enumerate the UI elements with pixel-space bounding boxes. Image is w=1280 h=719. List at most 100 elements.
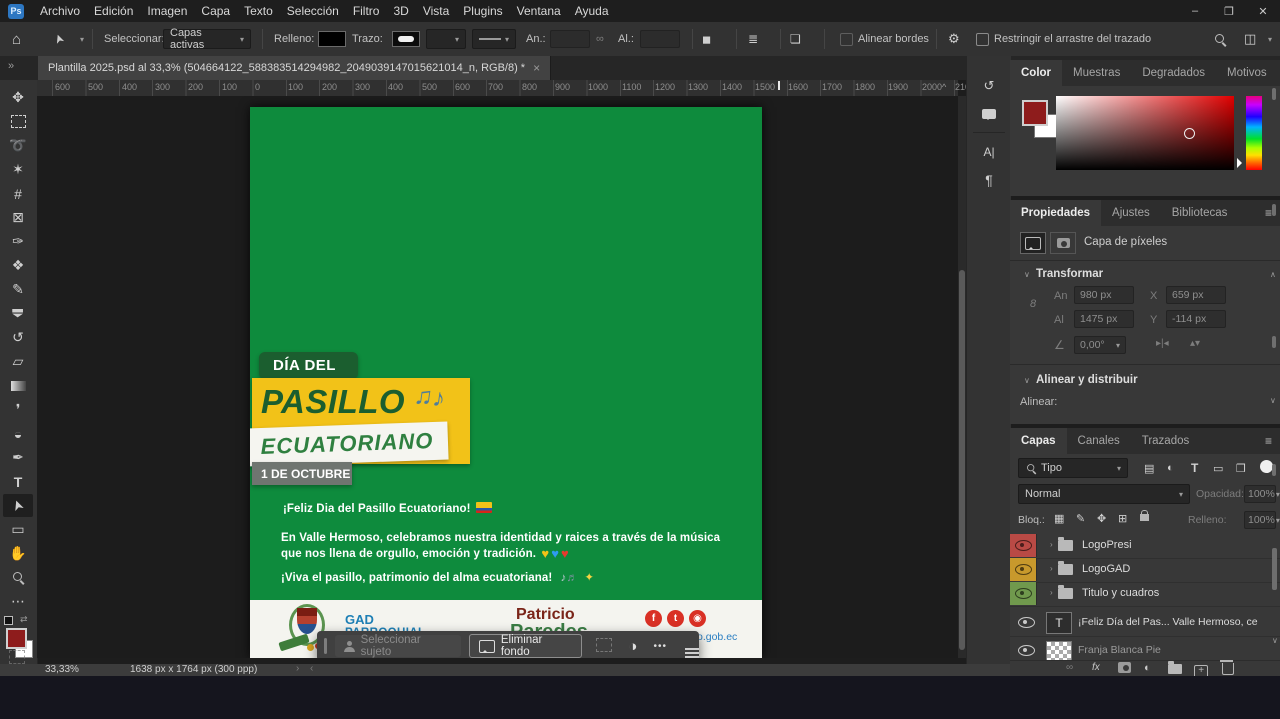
layer-visibility-yellow[interactable] (1010, 558, 1037, 581)
color-field[interactable] (1056, 96, 1234, 170)
status-expand-icon[interactable]: › (296, 663, 299, 674)
menu-3d[interactable]: 3D (393, 4, 408, 18)
menu-imagen[interactable]: Imagen (147, 4, 187, 18)
tab-bibliotecas[interactable]: Bibliotecas (1161, 200, 1239, 226)
panel-scroll-nub[interactable] (1272, 464, 1276, 476)
path-selection-tool[interactable]: ➤ (3, 494, 33, 517)
layer-row-titulo[interactable]: › Titulo y cuadros (1010, 582, 1280, 607)
history-brush-tool[interactable]: ↺ (3, 326, 33, 349)
vertical-scrollbar-thumb[interactable] (959, 270, 965, 650)
layers-scrollbar-thumb[interactable] (1272, 548, 1277, 590)
color-picker-ring[interactable] (1184, 128, 1195, 139)
menu-filtro[interactable]: Filtro (353, 4, 380, 18)
collapse-transform-icon[interactable]: ∨ (1024, 270, 1030, 279)
restore-button[interactable]: ❐ (1212, 5, 1246, 18)
more-options-icon[interactable]: ••• (653, 641, 667, 652)
move-tool[interactable]: ✥ (3, 86, 33, 109)
ruler-collapse-icon[interactable]: ^ (942, 82, 946, 92)
filter-smart-object-icon[interactable]: ❒ (1236, 462, 1246, 475)
lock-artboard-icon[interactable]: ⊞ (1118, 512, 1127, 525)
blur-tool[interactable]: ❜ (3, 398, 33, 421)
status-collapse-icon[interactable]: ‹ (310, 663, 313, 674)
add-mask-icon[interactable] (1118, 662, 1131, 676)
filter-type-icon[interactable]: T (1191, 461, 1198, 475)
eraser-tool[interactable]: ▱ (3, 350, 33, 373)
tab-muestras[interactable]: Muestras (1062, 60, 1131, 86)
foreground-color-swatch[interactable] (6, 628, 27, 649)
adjustments-icon[interactable]: ◑ (628, 638, 637, 655)
align-edges-checkbox[interactable] (840, 22, 853, 56)
clone-stamp-tool[interactable]: ⏏ (3, 302, 33, 325)
shape-tool[interactable]: ▭ (3, 518, 33, 541)
path-arrangement-icon[interactable]: ❏ (790, 22, 801, 56)
color-foreground-swatch[interactable] (1022, 100, 1048, 126)
stroke-swatch[interactable] (392, 22, 420, 56)
menu-edicion[interactable]: Edición (94, 4, 133, 18)
close-button[interactable]: ✕ (1246, 5, 1280, 18)
crop-tool[interactable]: # (3, 182, 33, 205)
select-subject-button[interactable]: Seleccionar sujeto (335, 635, 461, 657)
frame-tool[interactable]: ⊠ (3, 206, 33, 229)
search-icon[interactable] (1214, 22, 1227, 56)
scroll-up-icon[interactable]: ∧ (1270, 270, 1276, 279)
character-panel-icon[interactable]: A| (975, 140, 1003, 164)
layer-visibility[interactable] (1018, 645, 1035, 659)
width-input[interactable] (550, 22, 590, 56)
panel-scroll-nub[interactable] (1272, 88, 1276, 100)
drag-handle[interactable] (324, 638, 327, 654)
expand-group-icon[interactable]: › (1050, 540, 1053, 549)
expand-tools-icon[interactable]: » (8, 60, 14, 72)
lasso-tool[interactable]: ➰ (3, 134, 33, 157)
default-colors-icon[interactable] (4, 616, 13, 625)
height-value-field[interactable]: 1475 px (1074, 310, 1134, 328)
opacity-field[interactable]: 100%▾ (1244, 485, 1276, 503)
layer-visibility-green[interactable] (1010, 582, 1037, 605)
layer-row-logopresi[interactable]: › LogoPresi (1010, 534, 1280, 559)
layer-row-text[interactable]: T ¡Feliz Día del Pas... Valle Hermoso, c… (1010, 608, 1280, 637)
minimize-button[interactable]: – (1178, 5, 1212, 17)
layer-visibility-red[interactable] (1010, 534, 1037, 557)
gradient-tool[interactable] (3, 374, 33, 397)
adjustment-layer-icon[interactable]: ◐ (1144, 662, 1151, 674)
collapse-align-icon[interactable]: ∨ (1024, 376, 1030, 385)
document-tab[interactable]: Plantilla 2025.psd al 33,3% (504664122_5… (38, 56, 551, 80)
fill-field[interactable]: 100%▾ (1244, 511, 1276, 529)
new-group-icon[interactable] (1168, 663, 1182, 677)
zoom-level[interactable]: 33,33% (45, 664, 79, 675)
poster-canvas[interactable]: DÍA DEL PASILLO ♫♪ ECUATORIANO 1 DE OCTU… (250, 107, 762, 658)
quick-mask-icon[interactable] (9, 650, 25, 664)
eyedropper-tool[interactable]: ✑ (3, 230, 33, 253)
quick-selection-tool[interactable]: ✶ (3, 158, 33, 181)
link-dimensions-icon[interactable]: ∞ (596, 22, 604, 56)
panel-menu-icon[interactable]: ≡ (1257, 428, 1280, 454)
marquee-tool[interactable] (3, 110, 33, 133)
fill-swatch[interactable] (318, 22, 346, 56)
menu-vista[interactable]: Vista (423, 4, 449, 18)
vertical-scrollbar-track[interactable] (958, 96, 966, 658)
panel-menu-icon[interactable]: ≡ (1257, 200, 1280, 226)
tab-canales[interactable]: Canales (1067, 428, 1131, 454)
healing-brush-tool[interactable]: ❖ (3, 254, 33, 277)
mask-thumb-icon[interactable] (1050, 232, 1076, 254)
lock-paint-icon[interactable]: ✎ (1076, 512, 1085, 525)
scroll-down-icon[interactable]: ∨ (1270, 396, 1276, 405)
zoom-tool[interactable] (3, 566, 33, 589)
pixel-layer-thumb-icon[interactable] (1020, 232, 1046, 254)
history-panel-icon[interactable]: ↺ (975, 74, 1003, 98)
height-input[interactable] (640, 22, 680, 56)
swap-colors-icon[interactable]: ⇄ (20, 614, 28, 625)
width-value-field[interactable]: 980 px (1074, 286, 1134, 304)
move-tool-icon[interactable]: ➤ (54, 22, 64, 56)
layer-row-logogad[interactable]: › LogoGAD (1010, 558, 1280, 583)
expand-group-icon[interactable]: › (1050, 588, 1053, 597)
stroke-type-dropdown[interactable]: ▾ (472, 22, 516, 56)
comments-panel-icon[interactable] (975, 102, 1003, 126)
y-value-field[interactable]: -114 px (1166, 310, 1226, 328)
select-mode-dropdown[interactable]: Capas activas▾ (163, 22, 251, 56)
filter-adjustment-icon[interactable]: ◐ (1167, 462, 1174, 474)
path-alignment-icon[interactable]: ≣ (748, 22, 758, 56)
lock-all-icon[interactable] (1140, 510, 1149, 524)
layer-row-franja[interactable]: Franja Blanca Pie (1010, 638, 1280, 660)
tab-motivos[interactable]: Motivos (1216, 60, 1278, 86)
menu-texto[interactable]: Texto (244, 4, 273, 18)
